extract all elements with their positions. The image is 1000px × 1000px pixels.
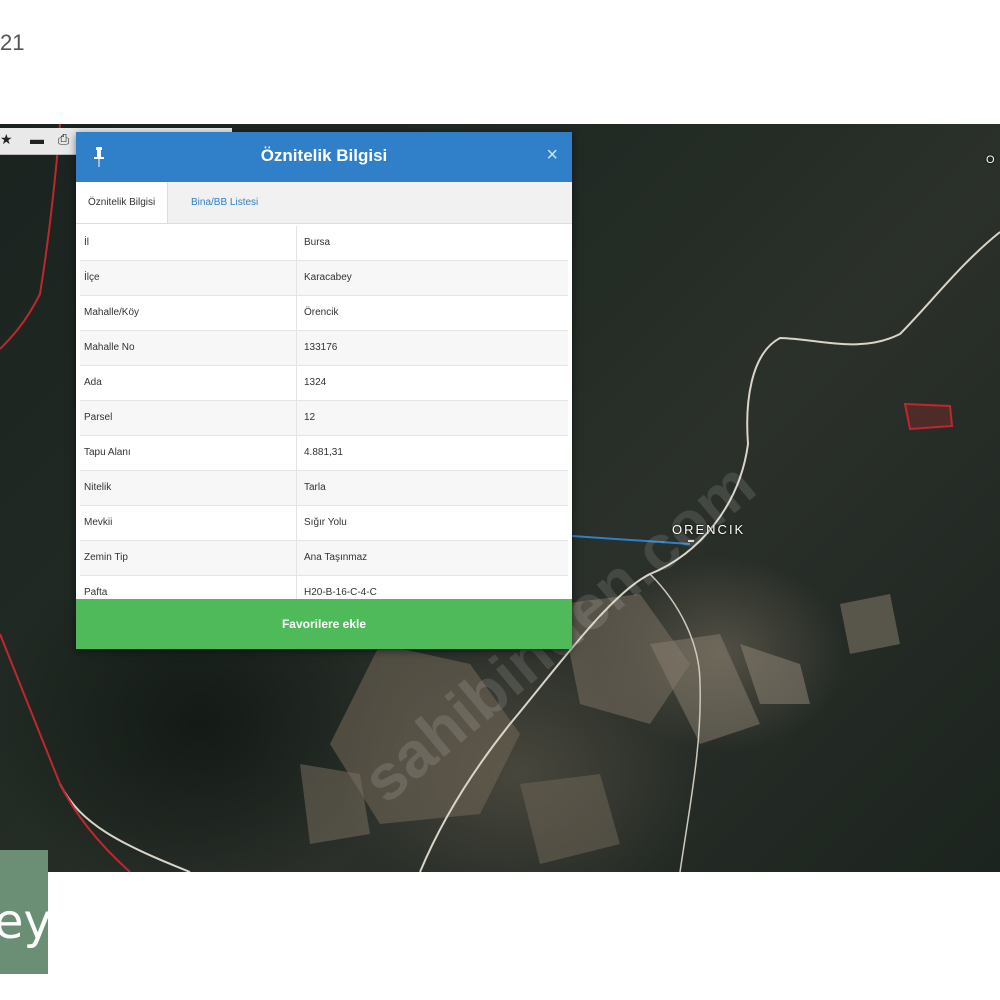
table-row: Mahalle No 133176 [80, 331, 568, 366]
field-area [840, 594, 900, 654]
panel-title: Öznitelik Bilgisi [260, 146, 388, 165]
row-value: Sığır Yolu [304, 517, 347, 528]
row-value: 4.881,31 [304, 447, 343, 458]
map-corner-label: O [986, 154, 997, 166]
village-label: ORENCIK [672, 522, 746, 537]
row-key: Ada [84, 377, 102, 388]
row-key: Mahalle No [84, 342, 135, 353]
row-value: Ana Taşınmaz [304, 552, 368, 563]
road-tag [688, 540, 694, 542]
tab-building-list[interactable]: Bina/BB Listesi [179, 182, 270, 223]
attribute-info-panel: Öznitelik Bilgisi × Öznitelik Bilgisi Bi… [76, 132, 572, 649]
row-value: 12 [304, 412, 316, 423]
table-row: Zemin Tip Ana Taşınmaz [80, 541, 568, 576]
table-row: İlçe Karacabey [80, 261, 568, 296]
table-row: Nitelik Tarla [80, 471, 568, 506]
field-area [300, 764, 370, 844]
field-area [520, 774, 620, 864]
panel-header[interactable]: Öznitelik Bilgisi × [76, 132, 572, 182]
row-key: Mahalle/Köy [84, 307, 140, 318]
row-key: Zemin Tip [84, 552, 128, 563]
row-value: Tarla [304, 482, 326, 493]
row-key: Tapu Alanı [84, 447, 131, 458]
row-value: 133176 [304, 342, 338, 353]
boundary-line [0, 124, 61, 350]
attribute-table: İl Bursa İlçe Karacabey Mahalle/Köy Örencik… [80, 226, 568, 611]
table-row: Tapu Alanı 4.881,31 [80, 436, 568, 471]
page-number: 21 [0, 30, 25, 55]
logo-text: ey [0, 894, 48, 950]
row-key: Parsel [84, 412, 113, 423]
row-value: Karacabey [304, 272, 352, 283]
brand-logo: ey [0, 850, 48, 974]
row-key: İl [84, 237, 89, 248]
close-icon[interactable]: × [546, 144, 558, 167]
field-area [740, 644, 810, 704]
row-key: İlçe [84, 272, 100, 283]
table-row: Mahalle/Köy Örencik [80, 296, 568, 331]
table-row: Ada 1324 [80, 366, 568, 401]
star-icon[interactable]: ★ [0, 131, 13, 148]
panel-tabs: Öznitelik Bilgisi Bina/BB Listesi [76, 182, 572, 224]
boundary-line [0, 633, 131, 872]
row-value: Örencik [304, 307, 339, 318]
row-key: Nitelik [84, 482, 112, 493]
row-key: Mevkii [84, 517, 113, 528]
row-value: Bursa [304, 237, 331, 248]
parcel-boundary [903, 402, 954, 431]
road-line [59, 783, 191, 872]
minus-icon[interactable]: ▬ [30, 131, 44, 147]
print-icon[interactable]: ⎙ [58, 131, 69, 148]
table-row: Mevkii Sığır Yolu [80, 506, 568, 541]
tab-attribute-info[interactable]: Öznitelik Bilgisi [76, 182, 169, 223]
row-value: 1324 [304, 377, 327, 388]
table-row: Parsel 12 [80, 401, 568, 436]
table-row: İl Bursa [80, 226, 568, 261]
add-to-favorites-button[interactable]: Favorilere ekle [76, 599, 572, 649]
